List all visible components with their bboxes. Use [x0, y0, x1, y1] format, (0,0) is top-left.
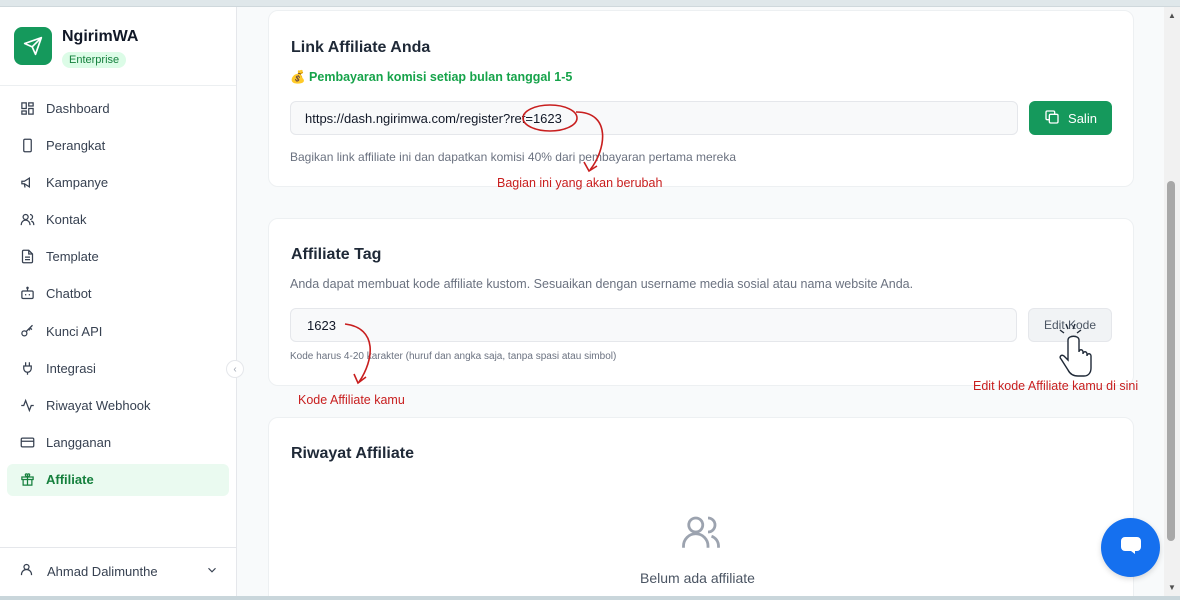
sidebar-item-label: Template: [46, 249, 99, 265]
sidebar: NgirimWA Enterprise Dashboard Perangkat …: [0, 7, 237, 596]
sidebar-item-langganan[interactable]: Langganan: [7, 427, 229, 459]
send-icon: [14, 27, 52, 65]
card-title: Affiliate Tag: [291, 246, 382, 263]
sidebar-item-template[interactable]: Template: [7, 241, 229, 273]
frame-bottom: [0, 596, 1180, 600]
credit-card-icon: [19, 435, 35, 451]
copy-button[interactable]: Salin: [1029, 101, 1112, 135]
megaphone-icon: [19, 174, 35, 190]
sidebar-item-label: Perangkat: [46, 137, 106, 153]
divider: [0, 547, 236, 548]
tag-description: Anda dapat membuat kode affiliate kustom…: [290, 277, 914, 291]
affiliate-link-field[interactable]: https://dash.ngirimwa.com/register?ref=1…: [290, 101, 1018, 135]
sidebar-item-label: Chatbot: [46, 286, 92, 302]
users-icon: [19, 212, 35, 228]
sidebar-item-label: Kunci API: [46, 323, 103, 339]
sidebar-item-label: Riwayat Webhook: [46, 398, 151, 413]
card-title: Link Affiliate Anda: [291, 39, 431, 56]
sidebar-item-label: Kontak: [46, 212, 87, 228]
link-helper-text: Bagikan link affiliate ini dan dapatkan …: [290, 150, 737, 164]
users-icon: [680, 511, 722, 558]
affiliate-code-field[interactable]: 1623: [290, 308, 1017, 342]
divider: [0, 85, 236, 86]
plan-badge: Enterprise: [62, 52, 127, 68]
collapse-sidebar-button[interactable]: ‹: [226, 360, 244, 378]
annotation-code-note: Kode Affiliate kamu: [298, 393, 405, 407]
code-helper-text: Kode harus 4-20 karakter (huruf dan angk…: [290, 351, 617, 362]
chevron-down-icon: [205, 563, 219, 580]
sidebar-item-label: Kampanye: [46, 174, 109, 190]
sidebar-item-chatbot[interactable]: Chatbot: [7, 278, 229, 310]
user-name: Ahmad Dalimunthe: [47, 563, 158, 579]
brand[interactable]: NgirimWA Enterprise: [14, 27, 138, 68]
copy-label: Salin: [1068, 110, 1097, 126]
chat-button[interactable]: [1101, 518, 1160, 577]
phone-icon: [19, 137, 35, 153]
sidebar-item-label: Integrasi: [46, 360, 96, 376]
sidebar-item-label: Langganan: [46, 435, 112, 451]
edit-code-button[interactable]: Edit Kode: [1028, 308, 1112, 342]
chevron-left-icon: ‹: [233, 363, 237, 375]
sidebar-item-kampanye[interactable]: Kampanye: [7, 166, 229, 198]
activity-icon: [19, 398, 35, 414]
chat-icon: [1119, 533, 1143, 562]
grid-icon: [19, 100, 35, 116]
app-name: NgirimWA: [62, 28, 139, 45]
bot-icon: [19, 286, 35, 302]
user-menu[interactable]: Ahmad Dalimunthe: [19, 562, 219, 580]
copy-icon: [1044, 109, 1060, 128]
sidebar-item-perangkat[interactable]: Perangkat: [7, 129, 229, 161]
empty-state-text: Belum ada affiliate: [640, 570, 755, 586]
sidebar-item-dashboard[interactable]: Dashboard: [7, 92, 229, 124]
scroll-up-icon[interactable]: ▲: [1168, 11, 1176, 20]
card-title: Riwayat Affiliate: [291, 445, 414, 462]
plug-icon: [19, 360, 35, 376]
sidebar-item-kunci-api[interactable]: Kunci API: [7, 315, 229, 347]
scrollbar[interactable]: ▲ ▼: [1164, 7, 1180, 596]
file-text-icon: [19, 249, 35, 265]
sidebar-nav: Dashboard Perangkat Kampanye Kontak Temp…: [7, 92, 229, 501]
sidebar-item-riwayat-webhook[interactable]: Riwayat Webhook: [7, 390, 229, 422]
sidebar-item-affiliate[interactable]: Affiliate: [7, 463, 229, 496]
scroll-down-icon[interactable]: ▼: [1168, 583, 1176, 592]
user-icon: [19, 562, 34, 580]
sidebar-item-label: Affiliate: [46, 472, 94, 488]
key-icon: [19, 323, 35, 339]
sidebar-item-kontak[interactable]: Kontak: [7, 204, 229, 236]
browser-top-strip: [0, 0, 1180, 7]
gift-icon: [19, 472, 35, 488]
annotation-link-note: Bagian ini yang akan berubah: [497, 176, 663, 190]
sidebar-item-label: Dashboard: [46, 100, 110, 116]
annotation-edit-note: Edit kode Affiliate kamu di sini: [973, 379, 1139, 393]
commission-notice: 💰 Pembayaran komisi setiap bulan tanggal…: [290, 70, 573, 84]
scroll-thumb[interactable]: [1167, 181, 1175, 541]
sidebar-item-integrasi[interactable]: Integrasi: [7, 352, 229, 384]
